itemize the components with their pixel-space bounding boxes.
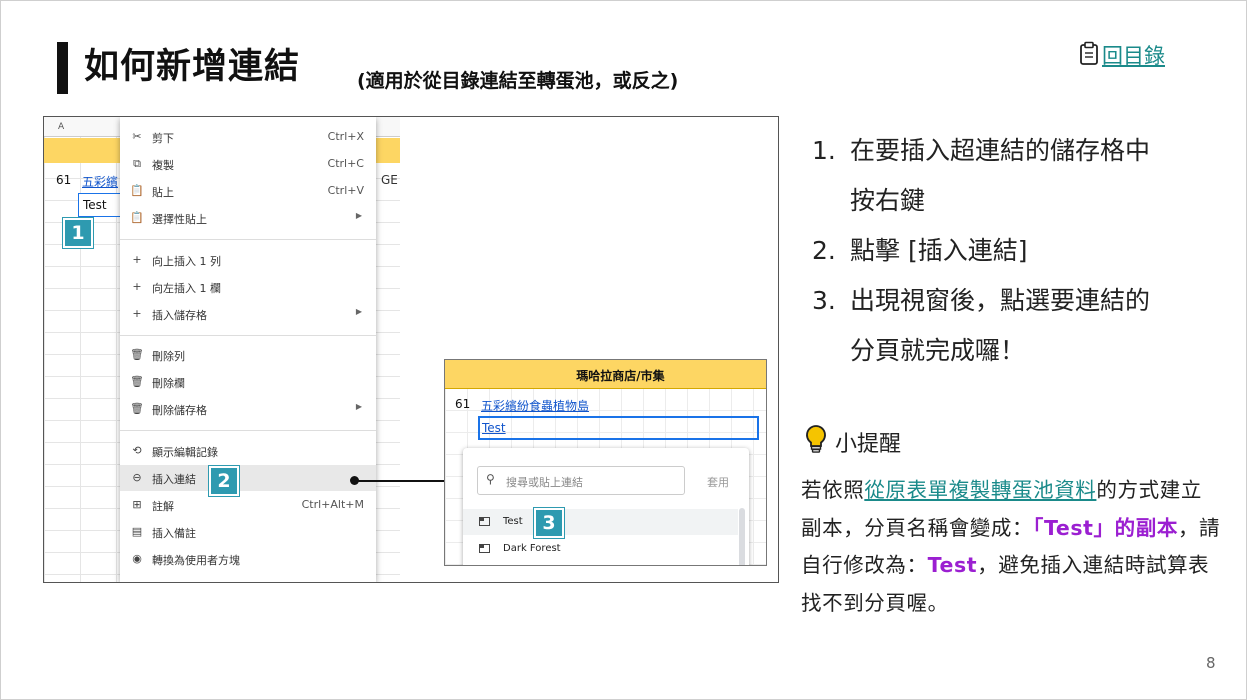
menu-divider <box>120 430 376 431</box>
menu-item-copy[interactable]: ⧉ 複製 Ctrl+C <box>120 151 376 177</box>
overflow-text: GE <box>381 173 398 187</box>
tip-heading: 小提醒 <box>803 424 901 460</box>
menu-item-convert-chip[interactable]: ◉ 轉換為使用者方塊 <box>120 546 376 572</box>
menu-item-delete-row[interactable]: 🗑 刪除列 <box>120 342 376 368</box>
note-icon: ▤ <box>131 525 143 538</box>
trash-icon: 🗑 <box>130 348 144 361</box>
step-1: 1. 在要插入超連結的儲存格中 按右鍵 <box>812 136 1151 215</box>
history-icon: ⟲ <box>132 444 142 457</box>
apply-button[interactable]: 套用 <box>707 474 729 490</box>
menu-divider <box>120 239 376 240</box>
submenu-arrow-icon: ▶ <box>355 211 362 220</box>
menu-item-insert-column[interactable]: + 向左插入 1 欄 <box>120 274 376 300</box>
trash-icon: 🗑 <box>130 375 144 388</box>
link-search-input[interactable]: ⚲ 搜尋或貼上連結 <box>477 466 685 495</box>
plus-icon: + <box>132 307 142 320</box>
menu-item-comment[interactable]: ⊞ 註解 Ctrl+Alt+M <box>120 492 376 518</box>
sheet-screenshot: A 61 五彩繽 Test GE 1 ✂ 剪下 Ctrl+X ⧉ 複製 Ctrl+C 📋… <box>43 116 779 583</box>
sheet-option-test[interactable]: Test <box>463 509 738 535</box>
menu-item-delete-cells[interactable]: 🗑 刪除儲存格 ▶ <box>120 396 376 422</box>
trash-icon: 🗑 <box>130 402 144 415</box>
inset-header-label: 瑪哈拉商店/市集 <box>576 369 665 383</box>
step-badge-1: 1 <box>63 218 93 248</box>
row-link[interactable]: 五彩繽 <box>82 173 118 190</box>
step-badge-3: 3 <box>534 508 564 538</box>
menu-divider <box>120 335 376 336</box>
page-title: 如何新增連結 <box>84 47 301 87</box>
tip-title: 小提醒 <box>835 432 902 457</box>
copy-icon: ⧉ <box>133 157 141 170</box>
arrow-line <box>354 480 450 482</box>
menu-item-insert-link[interactable]: ⊖ 插入連結 <box>120 465 376 491</box>
scissors-icon: ✂ <box>132 130 142 143</box>
clipboard-icon: 📋 <box>130 211 144 224</box>
instruction-steps: 1. 在要插入超連結的儲存格中 按右鍵 2. 點擊 [插入連結] 3. 出現視窗後，點選… <box>812 126 1150 376</box>
menu-item-insert-row[interactable]: + 向上插入 1 列 <box>120 247 376 273</box>
tip-body: 若依照從原表單複製轉蛋池資料的方式建立副本，分頁名稱會變成：「Test」的副本，… <box>801 478 1221 615</box>
step-badge-2: 2 <box>209 466 239 496</box>
menu-item-insert-cells[interactable]: + 插入儲存格 ▶ <box>120 301 376 327</box>
clipboard-icon <box>1078 41 1102 70</box>
plus-icon: + <box>132 253 142 266</box>
title-accent-bar <box>57 42 68 94</box>
comment-icon: ⊞ <box>132 498 142 511</box>
plus-icon: + <box>132 280 142 293</box>
menu-item-cut[interactable]: ✂ 剪下 Ctrl+X <box>120 124 376 150</box>
inset-selected-cell[interactable]: Test <box>478 416 759 440</box>
sheet-tab-icon <box>479 544 490 553</box>
link-icon: ⊖ <box>132 471 142 484</box>
toc-link-label[interactable]: 回目錄 <box>1102 40 1165 70</box>
sheet-option-dark-forest[interactable]: Dark Forest <box>463 536 738 562</box>
menu-item-paste-special[interactable]: 📋 選擇性貼上 ▶ <box>120 205 376 231</box>
context-menu: ✂ 剪下 Ctrl+X ⧉ 複製 Ctrl+C 📋 貼上 Ctrl+V 📋 選擇性貼上 ▶ + 向… <box>120 117 376 582</box>
sheet-tab-icon <box>479 517 490 526</box>
inset-row-number: 61 <box>455 397 471 411</box>
target-sheet-name: Test <box>927 553 978 577</box>
chip-icon: ◉ <box>132 552 142 565</box>
menu-item-edit-history[interactable]: ⟲ 顯示編輯記錄 <box>120 438 376 464</box>
insert-link-popup: ⚲ 搜尋或貼上連結 套用 Test Dark Forest <box>463 448 749 565</box>
toc-link[interactable]: 回目錄 <box>1078 40 1165 70</box>
search-icon: ⚲ <box>486 472 495 486</box>
submenu-arrow-icon: ▶ <box>355 402 362 411</box>
row-number: 61 <box>56 173 72 187</box>
lightbulb-icon <box>803 424 829 460</box>
popup-scrollbar[interactable] <box>739 508 745 565</box>
page-subtitle: (適用於從目錄連結至轉蛋池，或反之) <box>357 70 679 92</box>
menu-item-insert-note[interactable]: ▤ 插入備註 <box>120 519 376 545</box>
copy-guide-link[interactable]: 從原表單複製轉蛋池資料 <box>864 478 1096 502</box>
link-dialog-inset: 瑪哈拉商店/市集 61 五彩繽紛食蟲植物島 Test ⚲ 搜尋或貼上連結 套用 … <box>444 359 767 566</box>
inset-row-link[interactable]: 五彩繽紛食蟲植物島 <box>481 397 589 414</box>
step-2: 2. 點擊 [插入連結] <box>812 236 1028 265</box>
copy-sheet-name: 「Test」的副本 <box>1033 515 1178 540</box>
page-number: 8 <box>1206 654 1216 672</box>
menu-item-delete-column[interactable]: 🗑 刪除欄 <box>120 369 376 395</box>
step-3: 3. 出現視窗後，點選要連結的 分頁就完成囉！ <box>812 286 1151 365</box>
clipboard-icon: 📋 <box>130 184 144 197</box>
submenu-arrow-icon: ▶ <box>355 307 362 316</box>
menu-item-paste[interactable]: 📋 貼上 Ctrl+V <box>120 178 376 204</box>
